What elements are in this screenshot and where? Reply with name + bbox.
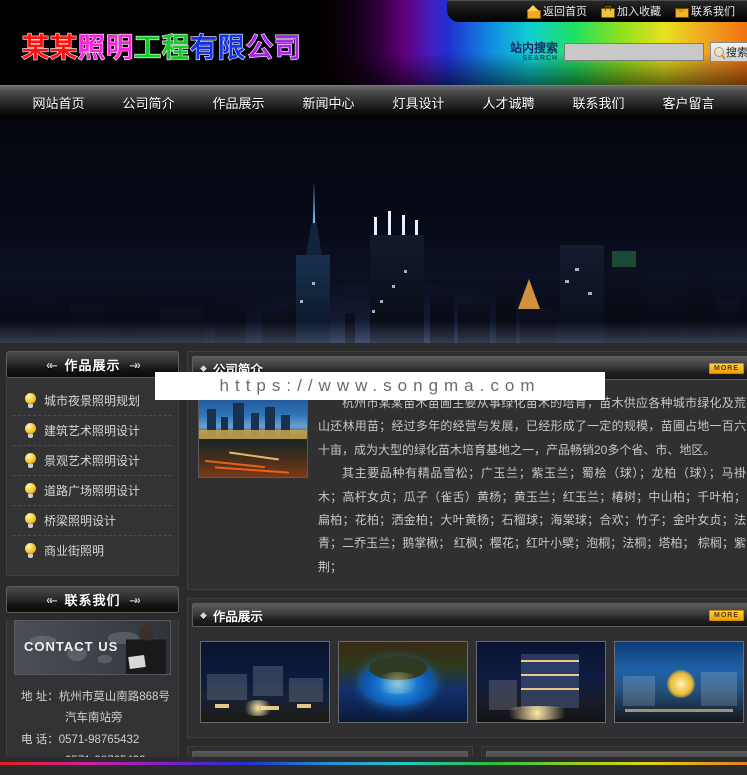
main-navigation: 网站首页 公司简介 作品展示 新闻中心 灯具设计 人才诚聘 联系我们 客户留言 xyxy=(0,85,747,118)
top-link-home-label: 返回首页 xyxy=(543,6,587,18)
search-button-label: 搜索 xyxy=(726,47,747,59)
sidebar-item-label: 城市夜景照明规划 xyxy=(44,394,141,408)
sidebar-item-label: 桥梁照明设计 xyxy=(44,514,117,528)
contact-phone-line1: 电 话：0571-98765432 xyxy=(21,733,140,746)
logo-part-2: 照明 xyxy=(77,32,134,64)
sidebar-item-label: 建筑艺术照明设计 xyxy=(44,424,141,438)
nav-item-contact[interactable]: 联系我们 xyxy=(554,93,644,112)
about-body: 杭州市某某苗木苗圃主要从事绿化苗木的培育，苗木供应各种城市绿化及荒山还林用苗；经… xyxy=(188,384,747,589)
contact-us-banner: CONTACT US xyxy=(14,620,171,675)
sidebar-item-city-night-lighting[interactable]: 城市夜景照明规划 xyxy=(13,386,172,416)
sidebar-item-bridge-lighting[interactable]: 桥梁照明设计 xyxy=(13,506,172,536)
about-paragraph-2: 其主要品种有精品雪松；广玉兰；紫玉兰；蜀桧（球）；龙柏（球）；马褂木；高杆女贞；… xyxy=(318,466,746,574)
search-button[interactable]: 搜索 xyxy=(710,42,747,62)
sidebar-item-label: 商业街照明 xyxy=(44,544,105,558)
left-arrows-icon: «– xyxy=(46,357,57,372)
top-link-bookmark-label: 加入收藏 xyxy=(617,6,661,18)
operator-photo xyxy=(126,622,166,674)
contact-us-banner-text: CONTACT US xyxy=(24,639,119,654)
sidebar-item-label: 景观艺术照明设计 xyxy=(44,454,141,468)
content-column: ◆ 公司简介 MORE 杭州市某某苗木苗圃主要从事绿化苗木的培育，苗木供应各种城… xyxy=(187,351,747,775)
bulb-icon xyxy=(25,543,36,558)
sidebar: «– 作品展示 –» 城市夜景照明规划 建筑艺术照明设计 景观艺术照明设计 道路… xyxy=(6,351,179,775)
contact-address-line2: 汽车南站旁 xyxy=(65,712,123,725)
sidebar-works-list: 城市夜景照明规划 建筑艺术照明设计 景观艺术照明设计 道路广场照明设计 桥梁照明… xyxy=(6,378,179,576)
top-link-bookmark[interactable]: 加入收藏 xyxy=(601,3,661,19)
watermark-overlay: https://www.songma.com xyxy=(155,372,605,400)
nav-item-news[interactable]: 新闻中心 xyxy=(283,93,373,112)
mail-icon xyxy=(675,6,689,18)
road-graphic xyxy=(199,441,307,477)
page-root: 返回首页 加入收藏 联系我们 某某照明工程有限公司 站内搜索 SEARCH 搜索 xyxy=(0,0,747,775)
sidebar-item-road-square-lighting[interactable]: 道路广场照明设计 xyxy=(13,476,172,506)
works-more-button[interactable]: MORE xyxy=(709,609,744,621)
sidebar-item-commercial-street-lighting[interactable]: 商业街照明 xyxy=(13,536,172,565)
nav-item-works[interactable]: 作品展示 xyxy=(193,93,283,112)
top-link-home[interactable]: 返回首页 xyxy=(527,3,587,19)
bulb-icon xyxy=(25,513,36,528)
main-content: «– 作品展示 –» 城市夜景照明规划 建筑艺术照明设计 景观艺术照明设计 道路… xyxy=(0,343,747,775)
sidebar-contact-title: 联系我们 xyxy=(64,593,121,608)
search-area: 站内搜索 SEARCH 搜索 xyxy=(510,42,747,62)
footer-rainbow-strip xyxy=(0,762,747,765)
bulb-icon xyxy=(25,483,36,498)
bookmark-icon xyxy=(601,5,615,18)
gallery-row xyxy=(198,639,746,727)
sidebar-contact-header: «– 联系我们 –» xyxy=(6,586,179,613)
gallery-thumb-1[interactable] xyxy=(200,641,330,724)
right-arrows-icon: –» xyxy=(129,357,141,372)
search-label-cn: 站内搜索 xyxy=(509,41,558,56)
about-more-button[interactable]: MORE xyxy=(709,362,744,374)
gallery-thumb-4[interactable] xyxy=(614,641,744,724)
nav-item-guestbook[interactable]: 客户留言 xyxy=(644,93,734,112)
about-intro: 杭州市某某苗木苗圃主要从事绿化苗木的培育，苗木供应各种城市绿化及荒山还林用苗；经… xyxy=(198,392,746,579)
nav-item-lamp-design[interactable]: 灯具设计 xyxy=(374,93,464,112)
about-text: 杭州市某某苗木苗圃主要从事绿化苗木的培育，苗木供应各种城市绿化及荒山还林用苗；经… xyxy=(318,392,746,579)
site-logo[interactable]: 某某照明工程有限公司 xyxy=(21,26,302,65)
logo-part-1: 某某 xyxy=(21,32,78,64)
sidebar-item-landscape-lighting[interactable]: 景观艺术照明设计 xyxy=(13,446,172,476)
top-utility-bar: 返回首页 加入收藏 联系我们 xyxy=(447,0,747,22)
site-header: 返回首页 加入收藏 联系我们 某某照明工程有限公司 站内搜索 SEARCH 搜索 xyxy=(0,0,747,85)
logo-part-5: 公司 xyxy=(245,32,302,64)
search-input[interactable] xyxy=(564,43,704,61)
search-label: 站内搜索 SEARCH xyxy=(510,42,558,62)
top-link-contact-label: 联系我们 xyxy=(691,6,735,18)
nav-item-recruitment[interactable]: 人才诚聘 xyxy=(464,93,554,112)
bridge-graphic xyxy=(199,429,307,439)
logo-part-3: 工程 xyxy=(133,32,190,64)
logo-part-4: 有限 xyxy=(189,32,246,64)
search-label-en: SEARCH xyxy=(522,54,558,62)
site-footer xyxy=(0,757,747,775)
sidebar-item-architectural-lighting[interactable]: 建筑艺术照明设计 xyxy=(13,416,172,446)
works-gallery-title: 作品展示 xyxy=(212,609,263,624)
sidebar-works-title: 作品展示 xyxy=(64,358,121,373)
gallery-thumb-3[interactable] xyxy=(476,641,606,724)
nav-item-home[interactable]: 网站首页 xyxy=(13,93,103,112)
right-arrows-icon: –» xyxy=(129,592,141,607)
sidebar-item-label: 道路广场照明设计 xyxy=(44,484,141,498)
sidebar-contact-box: CONTACT US 地 址：杭州市莫山南路868号 汽车南站旁 电 话：057… xyxy=(6,620,179,775)
contact-address-line1: 地 址：杭州市莫山南路868号 xyxy=(21,691,170,703)
works-title-group: ◆ 作品展示 xyxy=(200,606,263,625)
works-gallery-header: ◆ 作品展示 MORE xyxy=(192,603,747,628)
about-paragraph-1: 杭州市某某苗木苗圃主要从事绿化苗木的培育，苗木供应各种城市绿化及荒山还林用苗；经… xyxy=(318,396,746,457)
about-image-highway-night xyxy=(198,392,308,478)
left-arrows-icon: «– xyxy=(46,592,57,607)
works-gallery-section: ◆ 作品展示 MORE xyxy=(187,598,747,739)
search-icon xyxy=(714,47,724,57)
nav-item-about[interactable]: 公司简介 xyxy=(103,93,193,112)
bulb-icon xyxy=(25,423,36,438)
bulb-icon xyxy=(25,453,36,468)
hero-banner-night-city xyxy=(0,118,747,343)
diamond-icon: ◆ xyxy=(200,609,207,620)
bulb-icon xyxy=(25,393,36,408)
works-gallery-body xyxy=(188,631,747,737)
top-link-contact[interactable]: 联系我们 xyxy=(675,3,735,19)
gallery-thumb-2[interactable] xyxy=(338,641,468,724)
sidebar-works-header: «– 作品展示 –» xyxy=(6,351,179,378)
home-icon xyxy=(527,4,541,19)
